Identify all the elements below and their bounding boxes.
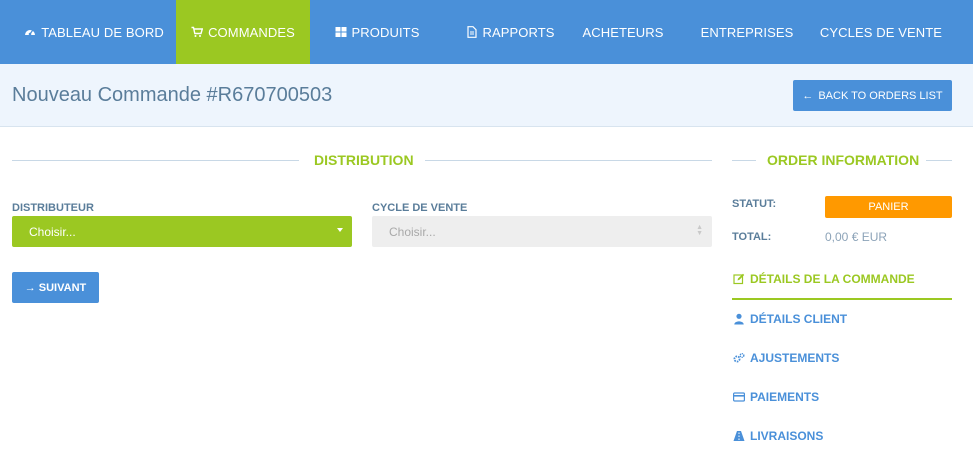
nav-item-tableau-de-bord[interactable]: TABLEAU DE BORD bbox=[14, 0, 174, 64]
top-navigation: TABLEAU DE BORD COMMANDES PRODUITS RAPPO… bbox=[0, 0, 973, 70]
distributor-select-value: Choisir... bbox=[29, 224, 76, 239]
edit-icon bbox=[733, 273, 745, 285]
nav-item-cycles-de-vente[interactable]: CYCLES DE VENTE bbox=[812, 0, 950, 64]
active-link-underline bbox=[732, 298, 952, 300]
link-label: PAIEMENTS bbox=[750, 390, 820, 404]
cycle-label: CYCLE DE VENTE bbox=[372, 202, 468, 214]
page-title: Nouveau Commande #R670700503 bbox=[12, 84, 333, 106]
link-payments[interactable]: PAIEMENTS bbox=[733, 390, 819, 404]
divider bbox=[12, 160, 299, 161]
link-deliveries[interactable]: LIVRAISONS bbox=[733, 429, 823, 443]
distribution-heading: DISTRIBUTION bbox=[314, 152, 414, 168]
file-icon bbox=[467, 26, 478, 38]
cart-icon bbox=[191, 26, 204, 38]
link-client-details[interactable]: DÉTAILS CLIENT bbox=[733, 312, 847, 326]
road-icon bbox=[733, 430, 745, 442]
link-label: DÉTAILS CLIENT bbox=[750, 312, 848, 326]
nav-label: COMMANDES bbox=[208, 24, 295, 40]
distributor-select[interactable]: Choisir... bbox=[12, 216, 352, 247]
arrow-right-icon: → bbox=[24, 281, 36, 294]
status-badge: PANIER bbox=[825, 196, 952, 218]
link-order-details[interactable]: DÉTAILS DE LA COMMANDE bbox=[733, 272, 915, 286]
cycle-select-placeholder: Choisir... bbox=[389, 224, 436, 239]
nav-item-acheteurs[interactable]: ACHETEURS bbox=[556, 0, 690, 64]
arrow-left-icon: ← bbox=[802, 89, 814, 102]
nav-label: RAPPORTS bbox=[482, 24, 555, 40]
nav-item-produits[interactable]: PRODUITS bbox=[310, 0, 444, 64]
status-label: STATUT: bbox=[732, 198, 777, 210]
order-info-heading: ORDER INFORMATION bbox=[767, 152, 920, 168]
cycle-select[interactable]: Choisir... ▲ ▼ bbox=[372, 216, 712, 247]
nav-label: TABLEAU DE BORD bbox=[41, 24, 164, 40]
nav-label: PRODUITS bbox=[351, 24, 420, 40]
nav-item-commandes[interactable]: COMMANDES bbox=[176, 0, 310, 70]
page-header: Nouveau Commande #R670700503 ← BACK TO O… bbox=[0, 64, 973, 127]
divider bbox=[425, 160, 712, 161]
total-label: TOTAL: bbox=[732, 231, 772, 243]
nav-item-entreprises[interactable]: ENTREPRISES bbox=[680, 0, 814, 64]
link-label: DÉTAILS DE LA COMMANDE bbox=[750, 272, 915, 286]
total-value: 0,00 € EUR bbox=[825, 230, 888, 244]
sort-arrows-icon: ▲ ▼ bbox=[696, 224, 703, 237]
credit-card-icon bbox=[733, 391, 745, 403]
caret-down-icon bbox=[337, 228, 343, 232]
distributor-label: DISTRIBUTEUR bbox=[12, 202, 94, 214]
next-button[interactable]: → SUIVANT bbox=[12, 272, 99, 303]
next-button-label: SUIVANT bbox=[38, 281, 87, 294]
link-adjustments[interactable]: AJUSTEMENTS bbox=[733, 351, 839, 365]
grid-icon bbox=[335, 26, 347, 38]
divider bbox=[926, 160, 952, 161]
cogs-icon bbox=[733, 352, 745, 364]
dashboard-icon bbox=[24, 26, 36, 38]
back-to-orders-button[interactable]: ← BACK TO ORDERS LIST bbox=[793, 80, 952, 111]
link-label: AJUSTEMENTS bbox=[750, 351, 840, 365]
back-button-label: BACK TO ORDERS LIST bbox=[818, 89, 943, 102]
nav-label: ACHETEURS bbox=[582, 24, 664, 40]
link-label: LIVRAISONS bbox=[750, 429, 824, 443]
nav-label: CYCLES DE VENTE bbox=[819, 24, 943, 40]
divider bbox=[732, 160, 756, 161]
user-icon bbox=[733, 313, 745, 325]
nav-label: ENTREPRISES bbox=[700, 24, 794, 40]
